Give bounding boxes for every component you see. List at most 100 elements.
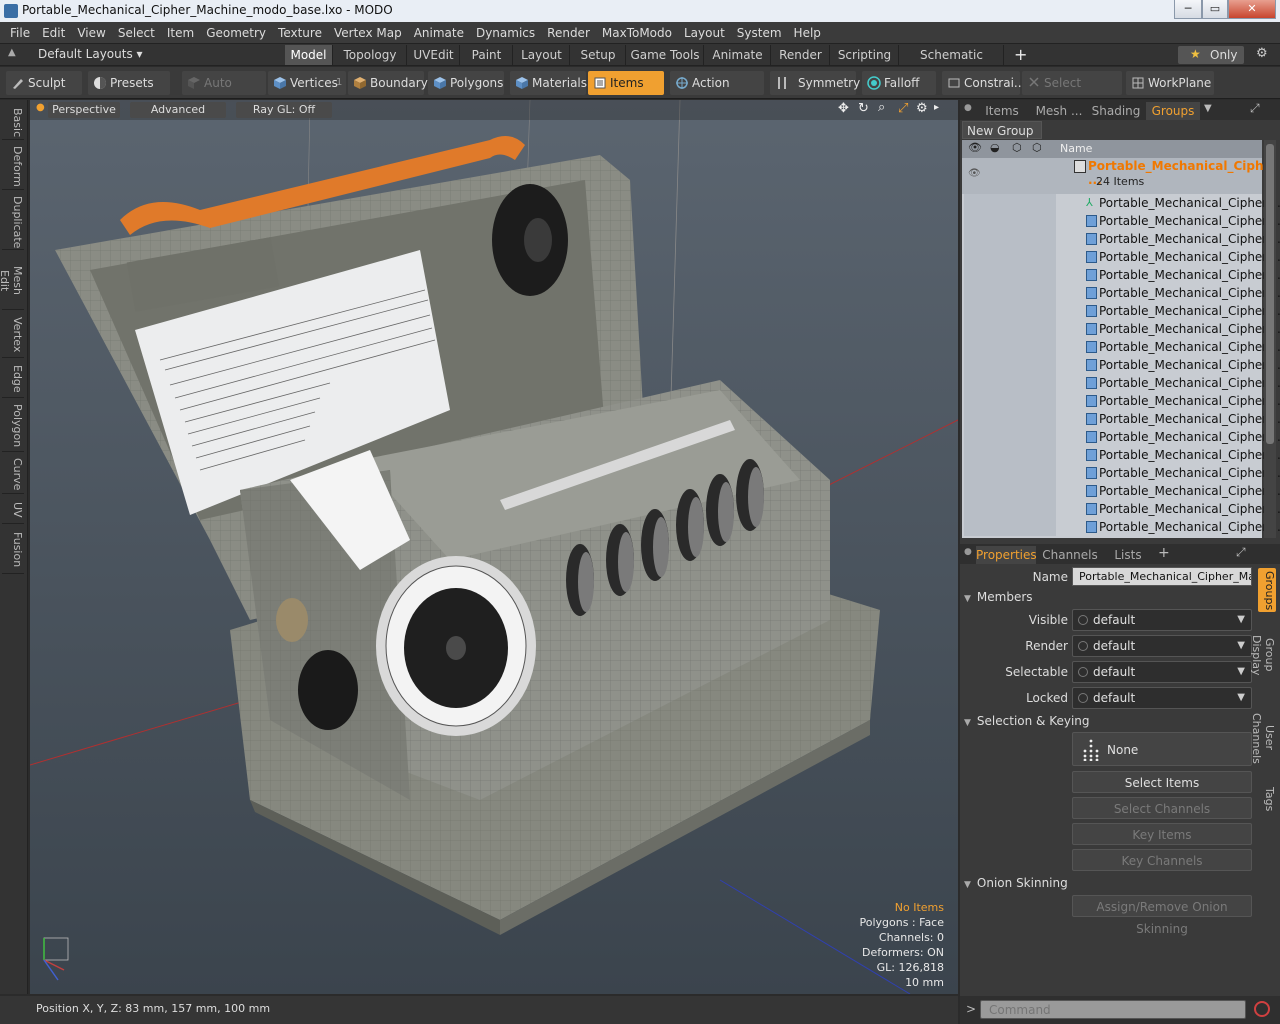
auto-select-button[interactable]: Auto Select <box>182 71 266 114</box>
name-column-header[interactable]: Name <box>1060 142 1092 155</box>
row-toggle-columns[interactable] <box>964 230 1056 248</box>
tree-scrollbar-thumb[interactable] <box>1266 144 1274 444</box>
row-toggle-columns[interactable] <box>964 518 1056 536</box>
list-item[interactable]: Portable_Mechanical_Cipher_ ... <box>962 284 1280 302</box>
members-section[interactable]: ▼ Members <box>964 590 1033 604</box>
tab-animate[interactable]: Animate <box>705 45 771 65</box>
close-button[interactable]: ✕ <box>1228 0 1276 19</box>
presets-button[interactable]: Presets <box>88 71 170 95</box>
menu-view[interactable]: View <box>71 22 111 44</box>
list-item[interactable]: Portable_Mechanical_Cipher_ ... <box>962 410 1280 428</box>
menu-layout[interactable]: Layout <box>678 22 731 44</box>
list-item[interactable]: Portable_Mechanical_Cipher_ ... <box>962 374 1280 392</box>
tab-properties[interactable]: Properties <box>976 546 1037 564</box>
selection-none-button[interactable]: None <box>1072 732 1252 766</box>
render-dropdown[interactable]: default ▼ <box>1072 635 1252 657</box>
onion-skinning-section[interactable]: ▼ Onion Skinning <box>964 876 1068 890</box>
tab-vertex[interactable]: Vertex <box>2 312 24 358</box>
tab-schematic-fusion[interactable]: Schematic Fusion <box>900 45 1004 82</box>
select-through-button[interactable]: Select Through <box>1022 71 1122 114</box>
list-item[interactable]: Portable_Mechanical_Cipher_ ... <box>962 518 1280 536</box>
tab-model[interactable]: Model <box>285 45 333 65</box>
group-row[interactable]: 👁 Portable_Mechanical_Ciphe ... 24 Items <box>962 158 1272 194</box>
list-item[interactable]: Portable_Mechanical_Cipher_ ... <box>962 248 1280 266</box>
add-properties-tab-icon[interactable]: + <box>1158 545 1170 561</box>
constraints-button[interactable]: Constrai... <box>942 71 1025 95</box>
list-item[interactable]: Portable_Mechanical_Cipher_ ... <box>962 266 1280 284</box>
list-item[interactable]: Portable_Mechanical_Cipher_ ... <box>962 356 1280 374</box>
advanced-dropdown[interactable]: Advanced <box>130 102 226 118</box>
tab-layout[interactable]: Layout <box>514 45 570 65</box>
minimize-button[interactable]: ─ <box>1174 0 1202 19</box>
list-item[interactable]: Portable_Mechanical_Cipher_ ... <box>962 392 1280 410</box>
action-center-button[interactable]: Action Center <box>670 71 764 114</box>
default-layouts-dropdown[interactable]: Default Layouts ▾ <box>38 47 143 61</box>
panel-expand-icon[interactable]: ⤢ <box>1250 101 1260 116</box>
tab-curve[interactable]: Curve <box>2 454 24 494</box>
tab-shading[interactable]: Shading <box>1090 102 1142 120</box>
viewport-settings-icon[interactable]: ⚙ <box>916 101 928 116</box>
row-toggle-columns[interactable] <box>964 356 1056 374</box>
materials-button[interactable]: Materials <box>510 71 587 95</box>
menu-dynamics[interactable]: Dynamics <box>470 22 541 44</box>
items-button[interactable]: Items <box>588 71 664 95</box>
menu-select[interactable]: Select <box>112 22 161 44</box>
row-toggle-columns[interactable] <box>964 212 1056 230</box>
visibility-col-icon[interactable]: 👁 <box>968 141 982 154</box>
tab-mesh-edit[interactable]: Mesh Edit <box>0 252 24 310</box>
record-icon[interactable] <box>1254 1001 1270 1017</box>
side-tab-group-display[interactable]: Group Display <box>1250 618 1276 692</box>
zoom-view-icon[interactable]: ⌕ <box>878 100 885 115</box>
row-toggle-columns[interactable] <box>964 500 1056 518</box>
assign-onion-button[interactable]: Assign/Remove Onion Skinning <box>1072 895 1252 936</box>
tab-render[interactable]: Render <box>772 45 830 65</box>
row-toggle-columns[interactable] <box>964 410 1056 428</box>
tab-channels[interactable]: Channels <box>1042 546 1098 564</box>
tabs-dropdown-icon[interactable]: ▼ <box>1204 103 1212 114</box>
rotate-view-icon[interactable]: ↻ <box>858 101 869 116</box>
tab-lists[interactable]: Lists <box>1106 546 1150 564</box>
key-items-button[interactable]: Key Items <box>1072 823 1252 845</box>
menu-animate[interactable]: Animate <box>408 22 470 44</box>
select-channels-button[interactable]: Select Channels <box>1072 797 1252 819</box>
3d-viewport[interactable]: ● Perspective Advanced Ray GL: Off ✥ ↻ ⌕… <box>30 100 958 994</box>
tab-items[interactable]: Items <box>976 102 1028 120</box>
row-toggle-columns[interactable] <box>964 464 1056 482</box>
tab-game-tools[interactable]: Game Tools <box>627 45 704 65</box>
properties-menu-dot[interactable]: ● <box>964 547 972 557</box>
list-item[interactable]: Portable_Mechanical_Cipher_ ... <box>962 500 1280 518</box>
row-toggle-columns[interactable] <box>964 446 1056 464</box>
properties-expand-icon[interactable]: ⤢ <box>1236 545 1246 560</box>
list-item[interactable]: Portable_Mechanical_Cipher_ ... <box>962 428 1280 446</box>
list-item[interactable]: Portable_Mechanical_Cipher_ ... <box>962 482 1280 500</box>
menu-vertex-map[interactable]: Vertex Map <box>328 22 408 44</box>
menu-texture[interactable]: Texture <box>272 22 328 44</box>
tab-groups[interactable]: Groups <box>1146 102 1200 120</box>
list-item[interactable]: Portable_Mechanical_Cipher_ ... <box>962 338 1280 356</box>
menu-item[interactable]: Item <box>161 22 200 44</box>
menu-edit[interactable]: Edit <box>36 22 71 44</box>
symmetry-button[interactable]: Symmetry <box>770 71 860 95</box>
key-channels-button[interactable]: Key Channels <box>1072 849 1252 871</box>
tab-topology[interactable]: Topology <box>334 45 407 65</box>
add-tab-icon[interactable]: + <box>1014 45 1027 64</box>
selection-keying-section[interactable]: ▼ Selection & Keying <box>964 714 1090 728</box>
list-item[interactable]: Portable_Mechanical_Cipher_ ... <box>962 320 1280 338</box>
raygl-dropdown[interactable]: Ray GL: Off <box>236 102 332 118</box>
panel-menu-dot[interactable]: ● <box>964 103 972 113</box>
tab-mesh[interactable]: Mesh ... <box>1030 102 1088 120</box>
command-input[interactable] <box>980 1000 1246 1019</box>
gear-icon[interactable]: ⚙ <box>1256 46 1268 61</box>
lock-col-icon[interactable]: ⬡ <box>1012 141 1022 154</box>
menu-system[interactable]: System <box>731 22 788 44</box>
list-item[interactable]: Portable_Mechanical_Cipher_ ... <box>962 230 1280 248</box>
row-toggle-columns[interactable] <box>964 248 1056 266</box>
row-toggle-columns[interactable] <box>964 284 1056 302</box>
polygons-button[interactable]: Polygons <box>428 71 504 95</box>
tab-basic[interactable]: Basic <box>2 104 24 140</box>
workplane-button[interactable]: WorkPlane <box>1126 71 1214 95</box>
menu-geometry[interactable]: Geometry <box>200 22 272 44</box>
tab-uv[interactable]: UV <box>2 496 24 524</box>
boundary-button[interactable]: Boundary <box>348 71 428 95</box>
row-toggle-columns[interactable] <box>964 482 1056 500</box>
